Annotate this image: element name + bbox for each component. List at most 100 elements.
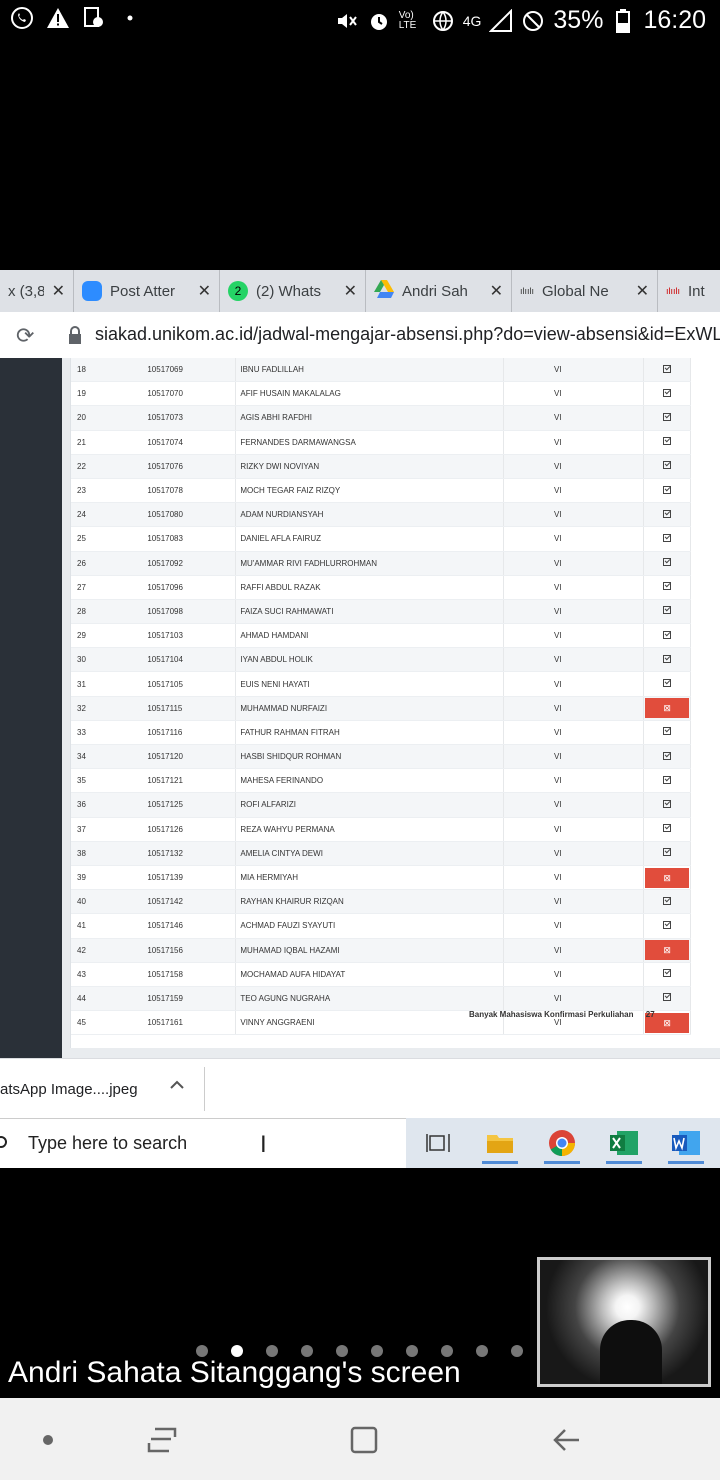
checkbox-checked-icon[interactable] — [663, 388, 672, 397]
home-dot-icon[interactable] — [28, 1420, 68, 1460]
student-nim: 10517120 — [119, 744, 236, 770]
semester: VI — [503, 986, 644, 1012]
participant-video-thumbnail[interactable] — [537, 1257, 711, 1387]
checkbox-checked-icon[interactable] — [663, 679, 672, 688]
url-field[interactable]: siakad.unikom.ac.id/jadwal-mengajar-abse… — [95, 324, 720, 345]
browser-tab[interactable]: Post Atter ✕ — [74, 270, 220, 312]
table-row: 35 10517121 MAHESA FERINANDO VI — [71, 768, 691, 794]
row-number: 36 — [71, 792, 120, 818]
tab-title: Int — [688, 282, 705, 300]
attendance-table-body: 18 10517069 IBNU FADLILLAH VI 19 10517070 AFIF… — [71, 358, 691, 1036]
close-tab-icon[interactable]: ✕ — [198, 281, 211, 301]
close-tab-icon[interactable]: ✕ — [52, 281, 65, 301]
checkbox-checked-icon[interactable] — [663, 509, 672, 518]
student-name: TEO AGUNG NUGRAHA — [235, 986, 504, 1012]
checkbox-checked-icon[interactable] — [663, 485, 672, 494]
close-tab-icon[interactable]: ✕ — [344, 281, 357, 301]
checkbox-checked-icon[interactable] — [663, 775, 672, 784]
active-indicator — [668, 1161, 704, 1164]
lock-icon[interactable] — [68, 326, 82, 349]
browser-tab[interactable]: ılıılı Global Ne ✕ — [512, 270, 658, 312]
table-row: 22 10517076 RIZKY DWI NOVIYAN VI — [71, 454, 691, 479]
checkbox-checked-icon[interactable] — [663, 630, 672, 639]
student-nim: 10517115 — [119, 696, 236, 721]
checkbox-checked-icon[interactable] — [663, 412, 672, 421]
attendance-status — [643, 381, 691, 407]
task-view-icon[interactable] — [414, 1122, 462, 1164]
row-number: 45 — [71, 1010, 120, 1036]
checkbox-checked-icon[interactable] — [663, 848, 672, 857]
checkbox-checked-icon[interactable] — [663, 824, 672, 833]
volte-label: Vo) LTE — [398, 9, 417, 31]
close-tab-icon[interactable]: ✕ — [490, 281, 503, 301]
checkbox-checked-icon[interactable] — [663, 606, 672, 615]
checkbox-checked-icon[interactable] — [663, 533, 672, 542]
semester: VI — [503, 671, 644, 697]
table-row: 23 10517078 MOCH TEGAR FAIZ RIZQY VI — [71, 478, 691, 504]
checkbox-checked-icon[interactable] — [663, 727, 672, 736]
semester: VI — [503, 381, 644, 407]
checkbox-checked-icon[interactable] — [663, 654, 672, 663]
student-name: ADAM NURDIANSYAH — [235, 502, 504, 528]
student-name: FATHUR RAHMAN FITRAH — [235, 720, 504, 746]
row-number: 44 — [71, 986, 120, 1012]
absent-x-icon[interactable]: ⊠ — [645, 698, 690, 719]
semester: VI — [503, 575, 644, 600]
download-file-name[interactable]: atsApp Image....jpeg — [0, 1081, 138, 1098]
whatsapp-icon: 2 — [228, 281, 248, 301]
checkbox-checked-icon[interactable] — [663, 558, 672, 567]
back-icon[interactable] — [546, 1420, 586, 1460]
data-saver-icon — [431, 9, 455, 33]
address-bar: ⟳ siakad.unikom.ac.id/jadwal-mengajar-ab… — [0, 312, 720, 359]
student-name: AHMAD HAMDANI — [235, 623, 504, 649]
browser-tab[interactable]: 2 (2) Whats ✕ — [220, 270, 366, 312]
absent-x-icon[interactable]: ⊠ — [645, 940, 690, 961]
checkbox-checked-icon[interactable] — [663, 993, 672, 1002]
checkbox-checked-icon[interactable] — [663, 896, 672, 905]
chevron-up-icon[interactable] — [170, 1077, 184, 1095]
table-row: 28 10517098 FAIZA SUCI RAHMAWATI VI — [71, 599, 691, 625]
checkbox-checked-icon[interactable] — [663, 461, 672, 470]
page-dot[interactable] — [511, 1345, 523, 1357]
download-bar: atsApp Image....jpeg — [0, 1058, 720, 1119]
student-nim: 10517098 — [119, 599, 236, 625]
file-explorer-icon[interactable] — [476, 1122, 524, 1164]
attendance-status — [643, 792, 691, 818]
checkbox-checked-icon[interactable] — [663, 969, 672, 978]
student-name: ACHMAD FAUZI SYAYUTI — [235, 913, 504, 939]
student-name: IYAN ABDUL HOLIK — [235, 647, 504, 673]
browser-tab[interactable]: x (3,8 ✕ — [0, 270, 74, 312]
browser-tab[interactable]: ılıılı Int — [658, 270, 720, 312]
student-nim: 10517159 — [119, 986, 236, 1012]
page-dot[interactable] — [476, 1345, 488, 1357]
student-name: AFIF HUSAIN MAKALALAG — [235, 381, 504, 407]
status-bar: Vo) LTE 4G 35% 16:20 — [0, 0, 720, 44]
student-nim: 10517126 — [119, 817, 236, 842]
checkbox-checked-icon[interactable] — [663, 920, 672, 929]
recents-icon[interactable] — [142, 1420, 182, 1460]
attendance-status — [643, 551, 691, 576]
attendance-status — [643, 841, 691, 866]
attendance-summary: Banyak Mahasiswa Konfirmasi Perkuliahan … — [469, 1010, 655, 1019]
checkbox-checked-icon[interactable] — [663, 799, 672, 808]
student-name: FAIZA SUCI RAHMAWATI — [235, 599, 504, 625]
checkbox-checked-icon[interactable] — [663, 582, 672, 591]
semester: VI — [503, 889, 644, 915]
word-icon[interactable] — [662, 1122, 710, 1164]
student-nim: 10517139 — [119, 865, 236, 891]
student-name: REZA WAHYU PERMANA — [235, 817, 504, 842]
row-number: 43 — [71, 962, 120, 987]
checkbox-checked-icon[interactable] — [663, 437, 672, 446]
absent-x-icon[interactable]: ⊠ — [645, 867, 690, 888]
student-name: ROFI ALFARIZI — [235, 792, 504, 818]
home-icon[interactable] — [344, 1420, 384, 1460]
attendance-status — [643, 889, 691, 915]
taskbar-search-box[interactable]: Type here to search I — [0, 1118, 406, 1168]
chrome-icon[interactable] — [538, 1122, 586, 1164]
checkbox-checked-icon[interactable] — [663, 751, 672, 760]
browser-tab[interactable]: Andri Sah ✕ — [366, 270, 512, 312]
reload-icon[interactable]: ⟳ — [16, 323, 34, 349]
excel-icon[interactable] — [600, 1122, 648, 1164]
close-tab-icon[interactable]: ✕ — [636, 281, 649, 301]
checkbox-checked-icon[interactable] — [663, 364, 672, 373]
